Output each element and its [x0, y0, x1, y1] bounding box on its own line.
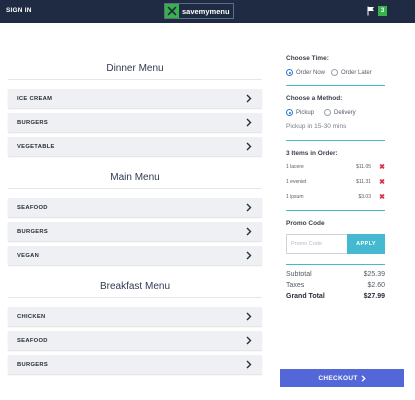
checkout-button[interactable]: CHECKOUT: [280, 369, 404, 387]
radio-label: Delivery: [334, 109, 356, 116]
grand-total-value: $27.99: [363, 293, 385, 300]
order-now-radio[interactable]: Order Now: [286, 69, 325, 76]
remove-item-icon[interactable]: ✖: [379, 163, 385, 171]
logo[interactable]: savemymenu: [164, 3, 234, 19]
menu-item-ice-cream[interactable]: ICE CREAM: [8, 89, 262, 108]
order-totals: Subtotal $25.39 Taxes $2.60 Grand Total …: [286, 271, 385, 304]
order-item-price: $11.05: [356, 164, 371, 170]
menu-item-burgers[interactable]: BURGERS: [8, 113, 262, 132]
radio-label: Pickup: [296, 109, 315, 116]
cart-count-badge: 3: [378, 6, 387, 16]
menu-item-label: VEGAN: [17, 252, 40, 259]
menu-item-burgers[interactable]: BURGERS: [8, 222, 262, 241]
promo-code-form: APPLY: [286, 234, 385, 254]
menu-item-chicken[interactable]: CHICKEN: [8, 307, 262, 326]
top-nav-bar: SIGN IN savemymenu 3: [0, 0, 415, 23]
menu-item-seafood[interactable]: SEAFOOD: [8, 331, 262, 350]
radio-selected-icon: [286, 109, 293, 116]
checkout-label: CHECKOUT: [318, 374, 358, 382]
taxes-row: Taxes $2.60: [286, 282, 385, 293]
taxes-value: $2.60: [367, 282, 385, 289]
apply-promo-button[interactable]: APPLY: [347, 234, 385, 254]
subtotal-row: Subtotal $25.39: [286, 271, 385, 282]
cart-button[interactable]: 3: [367, 6, 387, 16]
grand-total-row: Grand Total $27.99: [286, 293, 385, 304]
order-later-radio[interactable]: Order Later: [331, 69, 372, 76]
choose-time-heading: Choose Time:: [286, 55, 329, 62]
menu-item-seafood[interactable]: SEAFOOD: [8, 198, 262, 217]
remove-item-icon[interactable]: ✖: [379, 178, 385, 186]
menu-item-label: SEAFOOD: [17, 337, 48, 344]
chevron-right-icon: [246, 142, 252, 151]
menu-item-label: SEAFOOD: [17, 204, 48, 211]
menu-section-dinner: Dinner Menu ICE CREAM BURGERS VEGETABLE: [8, 62, 262, 161]
section-divider: [286, 85, 385, 86]
menu-item-label: ICE CREAM: [17, 95, 53, 102]
section-divider: [8, 297, 262, 298]
radio-label: Order Now: [296, 69, 326, 76]
choose-method-heading: Choose a Method:: [286, 95, 343, 102]
chevron-right-icon: [361, 374, 366, 382]
menu-item-label: CHICKEN: [17, 313, 46, 320]
menu-item-label: BURGERS: [17, 228, 49, 235]
order-item-name: 1 ipsum: [286, 194, 304, 200]
logo-icon: [165, 4, 179, 18]
promo-code-heading: Promo Code: [286, 220, 325, 227]
radio-selected-icon: [286, 69, 293, 76]
radio-unselected-icon: [324, 109, 332, 116]
delivery-radio[interactable]: Delivery: [324, 109, 356, 116]
chevron-right-icon: [246, 312, 252, 321]
radio-label: Order Later: [341, 69, 372, 76]
chevron-right-icon: [246, 118, 252, 127]
chevron-right-icon: [246, 360, 252, 369]
radio-unselected-icon: [331, 69, 339, 76]
pickup-time-note: Pickup in 15-30 mins: [286, 123, 347, 130]
section-divider: [8, 79, 262, 80]
order-items-heading: 3 Items in Order:: [286, 150, 338, 157]
order-item-price: $11.31: [356, 179, 371, 185]
chevron-right-icon: [246, 336, 252, 345]
section-title: Main Menu: [110, 172, 160, 183]
subtotal-label: Subtotal: [286, 271, 312, 278]
grand-total-label: Grand Total: [286, 293, 325, 300]
section-divider: [8, 188, 262, 189]
logo-text: savemymenu: [182, 6, 230, 16]
section-divider: [286, 140, 385, 141]
chevron-right-icon: [246, 227, 252, 236]
section-title: Dinner Menu: [106, 63, 164, 74]
menu-section-breakfast: Breakfast Menu CHICKEN SEAFOOD BURGERS: [8, 280, 262, 379]
section-divider: [286, 264, 385, 265]
chevron-right-icon: [246, 251, 252, 260]
order-item: 1 eveniet $11.31 ✖: [286, 177, 385, 187]
order-item-price: $3.03: [358, 194, 371, 200]
chevron-right-icon: [246, 203, 252, 212]
order-item-list: 1 lacere $11.05 ✖ 1 eveniet $11.31 ✖ 1 i…: [286, 162, 385, 202]
menu-item-label: BURGERS: [17, 361, 49, 368]
pickup-radio[interactable]: Pickup: [286, 109, 314, 116]
method-options: Pickup Delivery: [286, 109, 385, 116]
taxes-label: Taxes: [286, 282, 305, 289]
remove-item-icon[interactable]: ✖: [379, 193, 385, 201]
menu-item-vegetable[interactable]: VEGETABLE: [8, 137, 262, 156]
menu-item-vegan[interactable]: VEGAN: [8, 246, 262, 265]
order-panel: Choose Time: Order Now Order Later Choos…: [286, 55, 385, 304]
menu-item-label: VEGETABLE: [17, 143, 55, 150]
subtotal-value: $25.39: [363, 271, 385, 278]
section-title: Breakfast Menu: [99, 281, 171, 292]
order-item-name: 1 lacere: [286, 164, 304, 170]
order-item: 1 lacere $11.05 ✖: [286, 162, 385, 172]
menu-item-burgers[interactable]: BURGERS: [8, 355, 262, 374]
menu-section-main: Main Menu SEAFOOD BURGERS VEGAN: [8, 171, 262, 270]
order-item: 1 ipsum $3.03 ✖: [286, 192, 385, 202]
menu-item-label: BURGERS: [17, 119, 49, 126]
chevron-right-icon: [246, 94, 252, 103]
promo-code-input[interactable]: [286, 234, 347, 254]
sign-in-link[interactable]: SIGN IN: [6, 7, 32, 14]
cart-icon: [367, 6, 374, 16]
order-item-name: 1 eveniet: [286, 179, 307, 185]
time-options: Order Now Order Later: [286, 69, 385, 76]
section-divider: [286, 210, 385, 211]
